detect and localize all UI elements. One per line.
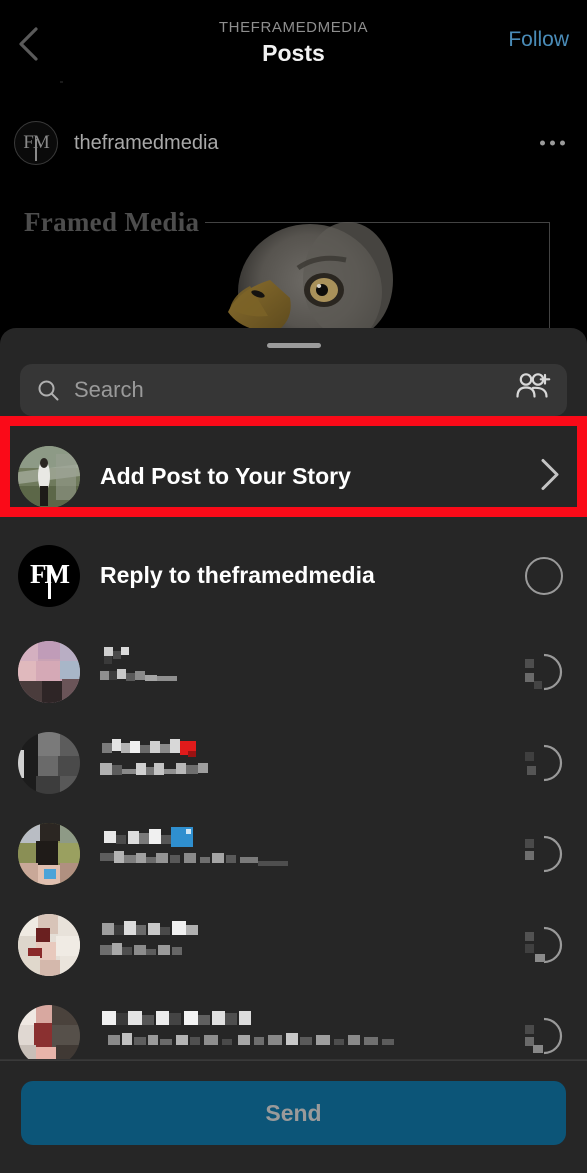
contact-text-censored (100, 1007, 430, 1064)
follow-button[interactable]: Follow (508, 28, 569, 52)
nav-bar: THEFRAMEDMEDIA Posts Follow (0, 0, 587, 83)
select-checkbox[interactable] (525, 653, 563, 691)
page-title: Posts (262, 40, 325, 66)
reply-label: Reply to theframedmedia (100, 562, 375, 588)
contact-text-censored (100, 825, 340, 882)
send-bar: Send (0, 1060, 587, 1173)
add-to-story-row[interactable]: Add Post to Your Story (0, 426, 587, 527)
contact-text-censored (100, 917, 280, 972)
media-rule-vertical (549, 222, 550, 345)
eagle-photo (228, 222, 393, 345)
nav-titles: THEFRAMEDMEDIA Posts (0, 18, 587, 68)
search-bar: Search (20, 364, 567, 416)
reply-avatar: FM (18, 544, 80, 607)
share-sheet: Search Add Post to Your Story Reply to t… (0, 328, 587, 1173)
story-avatar (18, 445, 80, 508)
dot (550, 140, 555, 146)
add-people-icon (516, 373, 551, 398)
send-button[interactable]: Send (21, 1081, 566, 1145)
select-checkbox[interactable] (525, 835, 563, 873)
censored-avatar-icon (18, 913, 80, 976)
dot (560, 140, 565, 146)
dot (540, 140, 545, 146)
contact-avatar (18, 731, 80, 794)
user-photo-avatar-icon (18, 445, 80, 508)
contact-avatar (18, 640, 80, 703)
app-screen: THEFRAMEDMEDIA Posts Follow FM theframed… (0, 0, 587, 1173)
post-username[interactable]: theframedmedia (74, 132, 219, 155)
drag-handle[interactable] (266, 343, 321, 348)
select-checkbox[interactable] (525, 744, 563, 782)
avatar-logo-stem (48, 566, 51, 599)
censored-avatar-icon (18, 1004, 80, 1067)
partial-circle-icon (525, 926, 563, 963)
list-item[interactable] (0, 808, 587, 899)
pixelated-text-icon (102, 1011, 394, 1045)
add-to-story-label: Add Post to Your Story (100, 463, 351, 489)
contact-text-censored (100, 735, 300, 790)
nav-hairline (60, 81, 63, 83)
list-item[interactable] (0, 626, 587, 717)
select-checkbox[interactable] (525, 926, 563, 964)
pixelated-text-icon (100, 921, 198, 955)
nav-eyebrow: THEFRAMEDMEDIA (218, 19, 369, 36)
partial-circle-icon (525, 835, 563, 872)
list-item[interactable] (0, 717, 587, 808)
select-checkbox[interactable] (525, 1017, 563, 1055)
censored-avatar-icon (18, 640, 80, 703)
add-people-button[interactable] (515, 371, 555, 410)
search-input[interactable]: Search (74, 377, 144, 403)
media-wordmark: Framed Media (24, 207, 200, 237)
reply-row[interactable]: FM Reply to theframedmedia (0, 528, 587, 623)
select-checkbox[interactable] (525, 556, 563, 595)
contact-avatar (18, 822, 80, 885)
partial-circle-icon (525, 744, 563, 781)
chevron-right-button[interactable] (539, 457, 561, 496)
pixelated-text-icon (100, 739, 208, 775)
chevron-right-icon (541, 458, 559, 490)
more-options-icon[interactable] (540, 140, 565, 146)
contact-avatar (18, 913, 80, 976)
post-header: FM theframedmedia (0, 110, 587, 176)
contact-text-censored (100, 645, 260, 698)
censored-avatar-icon (18, 731, 80, 794)
contact-avatar (18, 1004, 80, 1067)
pixelated-text-icon (100, 647, 177, 681)
avatar-logo-stem (35, 139, 37, 161)
avatar[interactable]: FM (14, 121, 58, 165)
post-media[interactable]: Framed Media (0, 185, 587, 345)
partial-circle-icon (525, 1017, 563, 1054)
search-icon (38, 380, 59, 401)
pixelated-text-icon (100, 827, 288, 866)
search-field[interactable]: Search (20, 364, 567, 416)
partial-circle-icon (525, 653, 563, 690)
censored-avatar-icon (18, 822, 80, 885)
list-item[interactable] (0, 899, 587, 990)
